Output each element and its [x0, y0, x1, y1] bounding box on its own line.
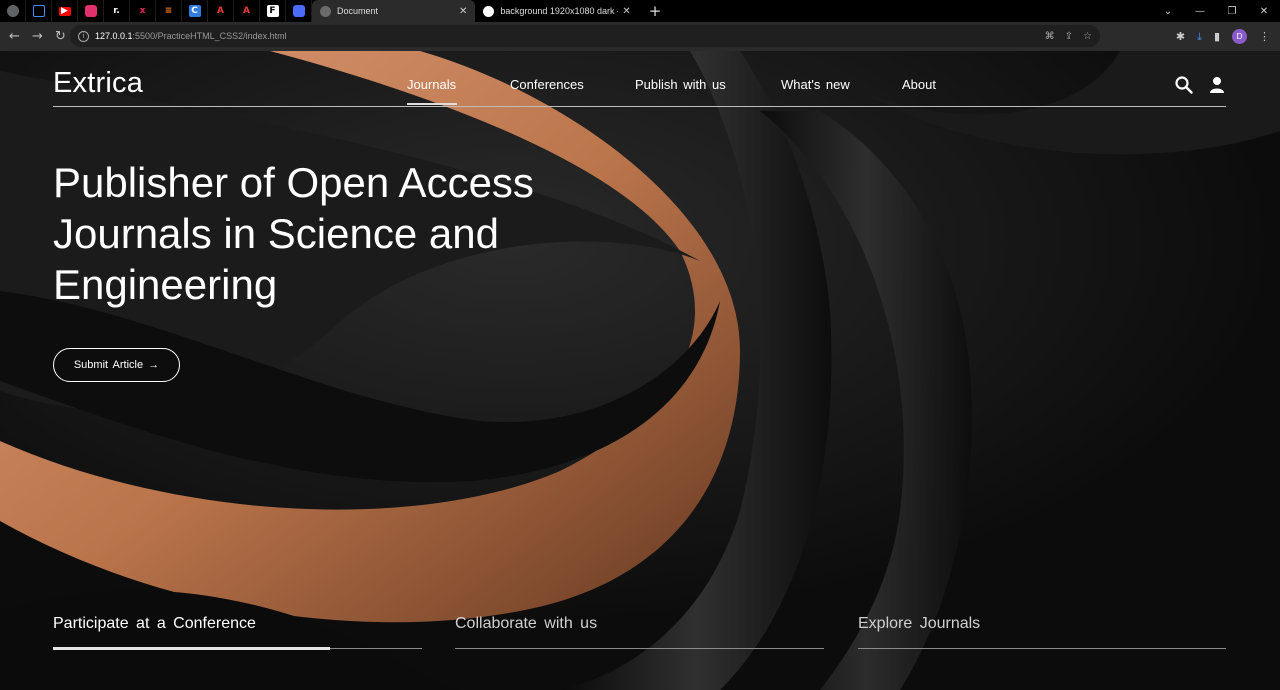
new-tab-button[interactable]: + [649, 0, 662, 22]
page-viewport: Extrica Journals Conferences Publish wit… [0, 51, 1280, 690]
nav-about[interactable]: About [902, 77, 936, 92]
extensions-icon[interactable]: ✱ [1176, 30, 1185, 43]
omnibox[interactable]: i 127.0.0.1:5500/PracticeHTML_CSS2/index… [70, 25, 1100, 47]
browser-tab-strip: ▶ r. x ≡ C A A F Document ✕ background 1… [0, 0, 1280, 22]
hero-background-image [0, 51, 1280, 690]
toolbar-extensions: ✱ ⤓ ▮ D ⋮ [1176, 22, 1270, 51]
url-path: :5500/PracticeHTML_CSS2/index.html [132, 31, 287, 41]
pinned-tab-doc[interactable]: F [260, 0, 286, 22]
a-icon: A [217, 6, 224, 16]
profile-avatar[interactable]: D [1232, 29, 1247, 44]
search-icon[interactable] [1174, 75, 1194, 95]
download-icon[interactable]: ⤓ [1197, 30, 1202, 44]
restore-icon[interactable]: ❐ [1216, 6, 1248, 17]
window-close-icon[interactable]: ✕ [1248, 6, 1280, 17]
stack-icon: ≡ [164, 6, 173, 16]
forward-icon[interactable]: → [26, 29, 49, 44]
nav-whats-new[interactable]: What's new [781, 77, 850, 92]
tab-title: background 1920x1080 dark – G [500, 6, 619, 16]
tab-background-search[interactable]: background 1920x1080 dark – G ✕ [475, 0, 638, 22]
pinned-tab-a1[interactable]: A [208, 0, 234, 22]
bottom-tab-collaborate[interactable]: Collaborate with us [455, 615, 597, 633]
submit-article-button[interactable]: Submit Article → [53, 348, 180, 382]
close-icon[interactable]: ✕ [622, 6, 630, 17]
globe-icon [6, 5, 19, 17]
translate-icon[interactable]: ⌘ [1045, 31, 1055, 42]
brand-logo[interactable]: Extrica [53, 67, 143, 100]
pinned-tab-c[interactable]: C [182, 0, 208, 22]
menu-kebab-icon[interactable]: ⋮ [1259, 30, 1270, 43]
tab-title: Document [337, 6, 379, 16]
header-divider [53, 106, 1226, 107]
header-icons [1174, 75, 1226, 95]
bottom-tab-explore[interactable]: Explore Journals [858, 615, 980, 633]
app-icon [292, 5, 305, 17]
folder-icon [32, 5, 45, 17]
nav-conferences[interactable]: Conferences [510, 77, 584, 92]
pinned-tab-r[interactable]: r. [104, 0, 130, 22]
address-bar-row: ← → ↻ i 127.0.0.1:5500/PracticeHTML_CSS2… [0, 22, 1280, 51]
a-icon: A [243, 6, 250, 16]
instagram-icon [84, 5, 97, 17]
r-icon: r. [113, 6, 120, 16]
pinned-tab-youtube[interactable]: ▶ [52, 0, 78, 22]
close-icon[interactable]: ✕ [459, 6, 467, 17]
site-info-icon[interactable]: i [78, 30, 89, 42]
bookmark-star-icon[interactable]: ☆ [1083, 31, 1092, 42]
nav-journals[interactable]: Journals [407, 77, 456, 92]
hero-title: Publisher of Open Access Journals in Sci… [53, 159, 534, 308]
globe-icon [320, 5, 331, 17]
bottom-tab-line [858, 648, 1226, 649]
pinned-tab-app[interactable] [286, 0, 312, 22]
tab-search-icon[interactable]: ⌄ [1152, 6, 1184, 17]
bottom-tab-progress [53, 647, 330, 650]
doc-icon: F [266, 5, 279, 17]
back-icon[interactable]: ← [3, 29, 26, 44]
c-icon: C [188, 5, 201, 17]
bottom-tab-line [455, 648, 824, 649]
pinned-tab-x[interactable]: x [130, 0, 156, 22]
window-controls: ⌄ — ❐ ✕ [1152, 0, 1280, 22]
pinned-tab-folder[interactable] [26, 0, 52, 22]
youtube-icon: ▶ [58, 6, 71, 16]
nav-publish-with-us[interactable]: Publish with us [635, 77, 726, 92]
pinned-tabs: ▶ r. x ≡ C A A F [0, 0, 312, 22]
side-panel-icon[interactable]: ▮ [1214, 30, 1220, 43]
url-host: 127.0.0.1 [95, 31, 133, 41]
reload-icon[interactable]: ↻ [49, 29, 72, 44]
pinned-tab-stack[interactable]: ≡ [156, 0, 182, 22]
tab-document[interactable]: Document ✕ [312, 0, 476, 22]
minimize-icon[interactable]: — [1184, 6, 1216, 17]
pinned-tab-instagram[interactable] [78, 0, 104, 22]
google-icon [483, 5, 495, 17]
share-icon[interactable]: ⇪ [1065, 31, 1073, 42]
bottom-tab-conference[interactable]: Participate at a Conference [53, 615, 256, 633]
user-icon[interactable] [1208, 75, 1226, 95]
pinned-tab-a2[interactable]: A [234, 0, 260, 22]
x-icon: x [139, 6, 146, 16]
nav-active-indicator [407, 103, 457, 105]
pinned-tab-globe[interactable] [0, 0, 26, 22]
